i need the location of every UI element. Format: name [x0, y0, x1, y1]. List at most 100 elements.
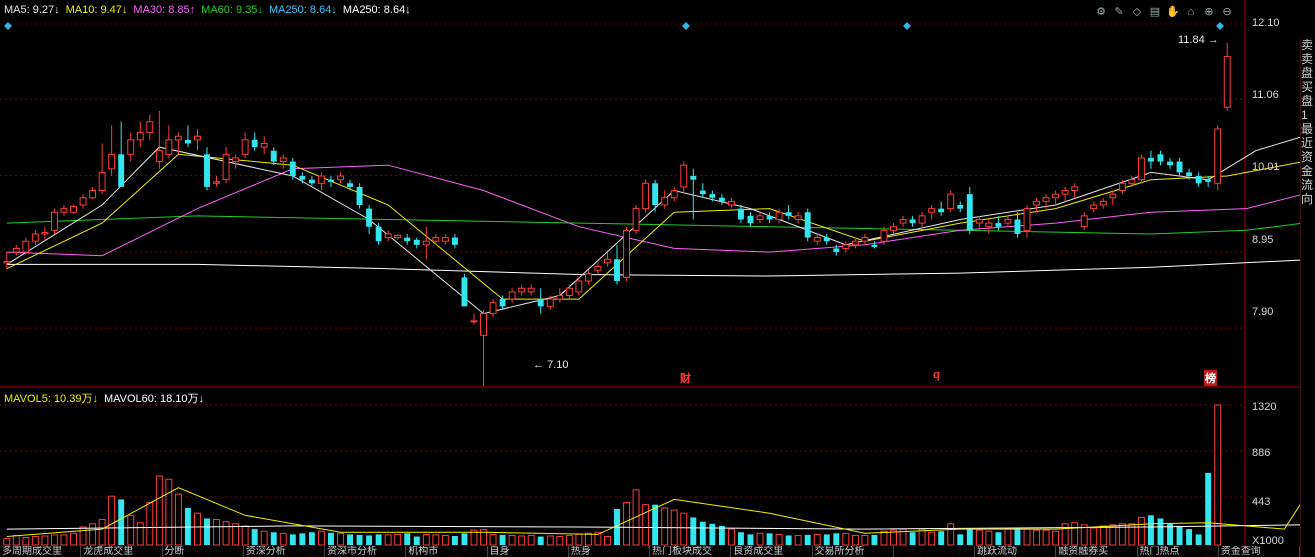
candle-body [1061, 190, 1069, 195]
volume-bar [1061, 523, 1069, 546]
candle-body [871, 244, 878, 247]
candle-body [251, 139, 258, 148]
volume-bar [833, 533, 840, 545]
bottom-tab[interactable]: 资深分析 [244, 546, 325, 557]
side-char: 盘 [1301, 66, 1314, 80]
bottom-tab[interactable]: 自身 [488, 546, 569, 557]
candle-body [556, 295, 564, 300]
bottom-tab[interactable] [894, 546, 975, 557]
ma10-label: MA10: 9.47↓ [65, 4, 128, 16]
bottom-tab[interactable]: 龙虎成交里 [81, 546, 163, 557]
bottom-tab[interactable]: 多周期成交里 [0, 546, 82, 557]
volume-axis-label: 886 [1252, 447, 1271, 459]
volume-bar [384, 534, 392, 546]
side-char: 买 [1301, 80, 1314, 94]
candle-body [98, 171, 106, 192]
bottom-tab[interactable]: 跳跃流动 [975, 546, 1057, 557]
candle-body [194, 135, 201, 141]
high-price-label: 11.84 → [1178, 34, 1219, 46]
candle-body [747, 215, 754, 224]
gear-icon[interactable]: ⚙ [1094, 5, 1108, 19]
candle-body [12, 247, 20, 253]
chart-grid [0, 0, 1300, 546]
bottom-tab[interactable]: 分断 [163, 546, 244, 557]
volume-bar [699, 521, 706, 545]
volume-bar [251, 529, 258, 545]
volume-bar [22, 537, 30, 546]
event-marker-q[interactable]: q [933, 369, 940, 381]
price-axis-label: 8.95 [1252, 234, 1274, 246]
volume-bar [537, 536, 544, 545]
volume-bar [432, 534, 440, 546]
candle-body [1214, 128, 1222, 184]
candle-body [652, 183, 659, 205]
volume-bar [347, 534, 353, 545]
volume-bar [50, 534, 58, 546]
volume-bar [127, 514, 135, 546]
home-icon[interactable]: ⌂ [1184, 5, 1198, 19]
bottom-tab[interactable]: 热门板块成交 [650, 546, 732, 557]
candle-body [966, 194, 973, 231]
bottom-tab[interactable]: 机构市 [406, 546, 488, 557]
bottom-tab[interactable]: 交易所分析 [813, 546, 894, 557]
zoom-out-icon[interactable]: ⊖ [1220, 5, 1234, 19]
volume-bar [909, 532, 916, 545]
volume-bar [136, 522, 144, 546]
candle-body [184, 139, 191, 144]
candle-body [241, 139, 249, 155]
candle-body [670, 190, 678, 199]
price-axis-label: 10.01 [1252, 161, 1280, 173]
volume-bar [174, 493, 182, 546]
volume-bar [404, 533, 411, 545]
side-char: 近 [1301, 136, 1314, 150]
bottom-tab[interactable]: 热身 [569, 546, 650, 557]
volume-bar [823, 534, 830, 545]
event-marker-finance[interactable]: 财 [680, 370, 691, 386]
bottom-tab[interactable]: 资深市分析 [325, 546, 407, 557]
volume-bar [1042, 529, 1050, 546]
ma30-label: MA30: 8.85↑ [133, 4, 196, 16]
hand-icon[interactable]: ✋ [1166, 5, 1180, 19]
candle-body [384, 233, 392, 239]
event-diamond [682, 22, 690, 30]
candle-body [709, 194, 716, 198]
candle-body [213, 181, 220, 184]
volume-bar [861, 534, 869, 546]
pen-icon[interactable]: ✎ [1112, 5, 1126, 19]
bottom-tab[interactable]: 融资融券买 [1056, 546, 1138, 557]
candle-body [89, 190, 97, 199]
volume-bar [985, 530, 993, 546]
volume-bar [546, 535, 554, 546]
candle-body [737, 208, 744, 220]
printer-icon[interactable]: ▤ [1148, 5, 1162, 19]
candle-body [775, 211, 783, 220]
candle-body [222, 153, 230, 181]
volume-bar [813, 533, 821, 546]
volume-bar [575, 533, 583, 546]
volume-bar [1052, 530, 1060, 546]
volume-bar [194, 512, 201, 546]
volume-bar [451, 535, 458, 545]
candle-body [880, 229, 888, 242]
bottom-tab[interactable]: 热门热点 [1138, 546, 1219, 557]
volume-bar [317, 530, 325, 546]
candle-body [22, 240, 30, 253]
eraser-icon[interactable]: ◇ [1130, 5, 1144, 19]
volume-bar [652, 504, 659, 545]
right-side-panel: 卖 卖 盘 买 盘 1 最 近 资 金 流 向 [1300, 38, 1315, 557]
candle-body [690, 176, 697, 180]
volume-bar [680, 512, 688, 546]
stock-chart[interactable] [0, 0, 1300, 546]
high-price-value: 11.84 [1178, 34, 1205, 46]
candle-body [146, 121, 154, 134]
candle-body [833, 248, 840, 253]
volume-bar [260, 530, 268, 546]
side-char: 向 [1301, 192, 1314, 206]
bottom-tab[interactable]: 资金查询 [1219, 546, 1300, 557]
side-char: 金 [1301, 164, 1314, 178]
bottom-tab[interactable]: 良资成交里 [731, 546, 813, 557]
zoom-in-icon[interactable]: ⊕ [1202, 5, 1216, 19]
candle-body [299, 176, 306, 180]
event-marker-list[interactable]: 榜 [1204, 370, 1217, 386]
candle-body [136, 132, 144, 141]
